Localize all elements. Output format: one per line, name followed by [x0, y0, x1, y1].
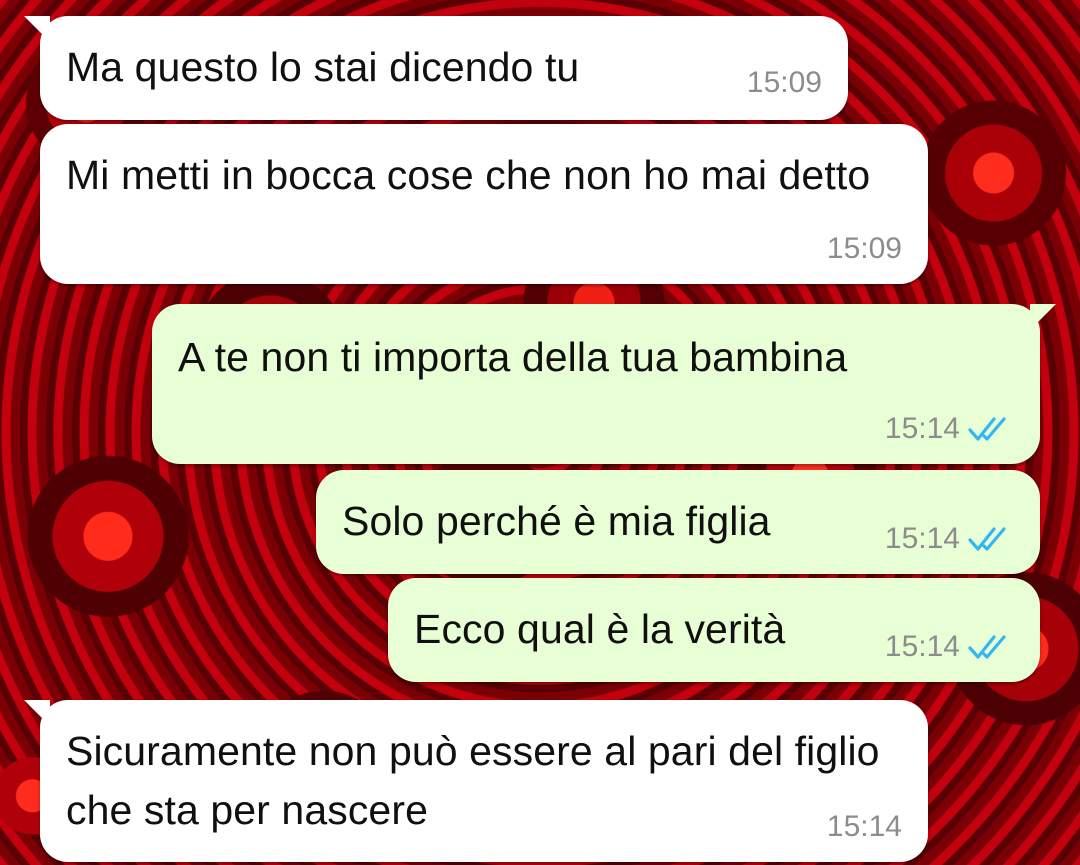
message-text: A te non ti importa della tua bambina [178, 334, 848, 380]
double-check-read-icon [968, 524, 1014, 554]
message-text: Ma questo lo stai dicendo tu [66, 44, 580, 90]
message-bubble-outgoing[interactable]: Solo perché è mia figlia 15:14 [316, 470, 1040, 574]
message-time: 15:14 [826, 810, 902, 843]
double-check-read-icon [968, 414, 1014, 444]
message-time: 15:09 [826, 232, 902, 265]
message-time: 15:09 [746, 66, 822, 99]
message-meta: 15:09 [747, 66, 822, 100]
message-meta: 15:14 [885, 522, 1014, 556]
message-time: 15:14 [884, 630, 960, 663]
message-bubble-outgoing[interactable]: Ecco qual è la verità 15:14 [388, 578, 1040, 682]
message-meta: 15:14 [827, 810, 902, 844]
message-meta: 15:14 [885, 412, 1014, 446]
message-bubble-incoming[interactable]: Sicuramente non può essere al pari del f… [24, 700, 928, 862]
message-bubble-incoming[interactable]: Ma questo lo stai dicendo tu 15:09 [24, 16, 848, 120]
message-bubble-outgoing[interactable]: A te non ti importa della tua bambina 15… [152, 304, 1056, 464]
message-bubble-incoming[interactable]: Mi metti in bocca cose che non ho mai de… [40, 124, 928, 284]
message-text: Ecco qual è la verità [414, 606, 786, 652]
message-time: 15:14 [884, 412, 960, 445]
message-text: Sicuramente non può essere al pari del f… [66, 728, 880, 833]
message-text: Solo perché è mia figlia [342, 498, 771, 544]
message-meta: 15:09 [827, 232, 902, 266]
message-time: 15:14 [884, 522, 960, 555]
message-text: Mi metti in bocca cose che non ho mai de… [66, 152, 871, 198]
message-meta: 15:14 [885, 630, 1014, 664]
double-check-read-icon [968, 632, 1014, 662]
